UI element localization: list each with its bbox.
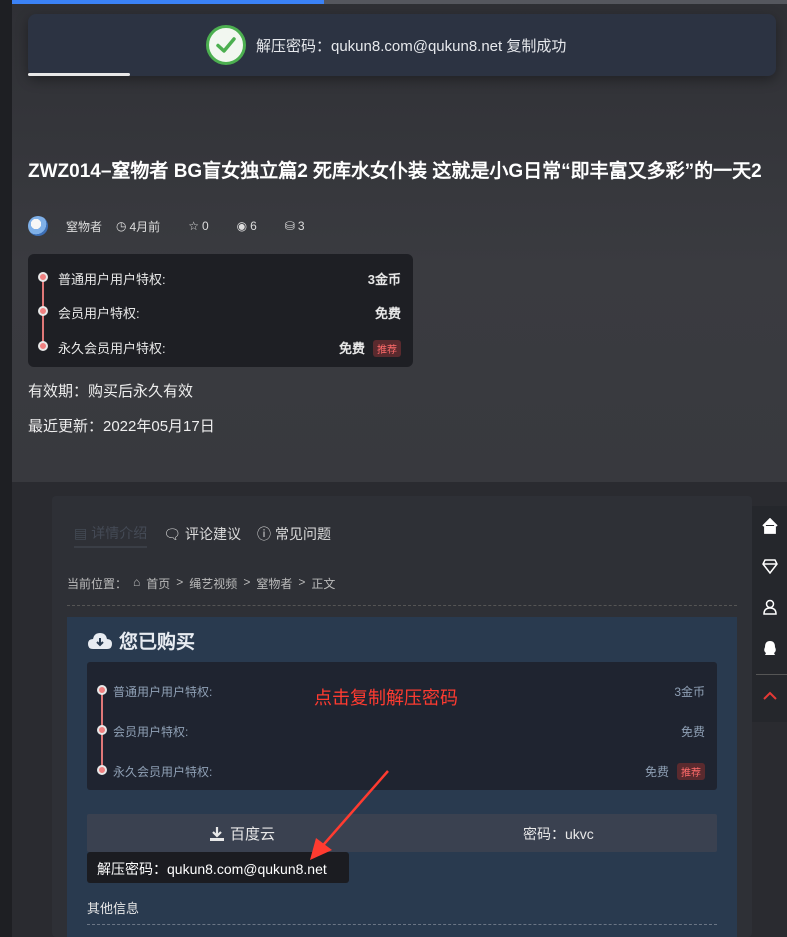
download-icon xyxy=(210,826,224,841)
post-coins-value: 3 xyxy=(297,219,305,233)
post-meta: 窒物者 ◷ 4月前 ☆ 0 ◉ 6 ⛁ 3 xyxy=(28,216,333,236)
pricing-label: 会员用户特权: xyxy=(113,725,189,739)
copy-success-toast: 解压密码：qukun8.com@qukun8.net 复制成功 xyxy=(28,14,776,76)
tab-faq[interactable]: ⓘ 常见问题 xyxy=(257,520,331,548)
pricing-label: 永久会员用户特权: xyxy=(113,765,213,779)
diamond-icon[interactable] xyxy=(752,546,787,586)
pricing-label: 会员用户特权: xyxy=(58,306,140,321)
breadcrumb-category[interactable]: 绳艺视频 xyxy=(189,575,237,592)
left-strip xyxy=(0,0,12,937)
validity-text: 有效期：购买后永久有效 xyxy=(28,383,194,400)
divider xyxy=(67,605,737,606)
annotation-arrow-icon xyxy=(310,770,389,860)
post-stars-value: 0 xyxy=(201,219,209,233)
dot-icon xyxy=(38,341,48,351)
breadcrumb-current: 正文 xyxy=(311,577,336,591)
tab-label: 常见问题 xyxy=(275,526,332,542)
other-info-heading: 其他信息 xyxy=(87,901,140,916)
dot-icon xyxy=(97,685,107,695)
purchased-title: 您已购买 xyxy=(87,627,195,654)
dot-icon xyxy=(38,306,48,316)
cloud-download-icon xyxy=(88,632,112,649)
pricing-box: 普通用户用户特权: 3金币 会员用户特权: 免费 永久会员用户特权: 免费 推荐 xyxy=(28,254,413,367)
document-icon: ▤ xyxy=(74,524,88,541)
user-icon[interactable] xyxy=(752,587,787,627)
scroll-top-icon[interactable] xyxy=(752,676,787,716)
post-title: ZWZ014–窒物者 BG盲女独立篇2 死库水女仆装 这就是小G日常“即丰富又多… xyxy=(28,161,762,182)
annotation-text: 点击复制解压密码 xyxy=(314,688,458,708)
pricing-row: 会员用户特权: 免费 xyxy=(28,301,413,321)
pricing-value: 免费 xyxy=(374,306,401,321)
content-tabs: ▤ 详情介绍 🗨 评论建议 ⓘ 常见问题 xyxy=(74,520,347,550)
pricing-label: 普通用户用户特权: xyxy=(113,685,213,699)
post-views: ◉ 6 xyxy=(237,219,271,233)
pricing-value-text: 免费 xyxy=(338,341,365,356)
home-icon[interactable] xyxy=(752,506,787,546)
dot-icon xyxy=(97,725,107,735)
avatar[interactable] xyxy=(28,216,48,236)
qq-icon[interactable] xyxy=(752,628,787,668)
star-icon: ☆ xyxy=(188,219,199,233)
toast-timer-bar xyxy=(28,73,130,76)
breadcrumb-sep: > xyxy=(176,575,184,589)
post-time-value: 4月前 xyxy=(129,219,161,234)
pricing-value: 免费 xyxy=(680,725,705,739)
purchased-pricing-box: 普通用户用户特权: 3金币 会员用户特权: 免费 永久会员用户特权: 免费 推荐 xyxy=(87,662,717,790)
breadcrumb: 当前位置： ⌂ 首页 > 绳艺视频 > 窒物者 > 正文 xyxy=(67,575,341,592)
purchased-title-text: 您已购买 xyxy=(119,632,196,653)
post-stars[interactable]: ☆ 0 xyxy=(188,219,222,233)
breadcrumb-tag[interactable]: 窒物者 xyxy=(256,575,292,592)
breadcrumb-home[interactable]: 首页 xyxy=(146,575,170,592)
download-label: 百度云 xyxy=(230,826,276,843)
home-icon: ⌂ xyxy=(133,575,141,589)
download-button[interactable]: 百度云 xyxy=(209,823,275,844)
pricing-row: 会员用户特权: 免费 xyxy=(87,720,717,740)
check-icon xyxy=(206,25,246,65)
pricing-row: 永久会员用户特权: 免费 推荐 xyxy=(28,336,413,357)
tab-label: 评论建议 xyxy=(185,526,242,542)
download-bar: 百度云 密码：ukvc xyxy=(87,814,717,852)
question-icon: ⓘ xyxy=(257,526,272,542)
coins-icon: ⛁ xyxy=(284,219,295,233)
post-coins: ⛁ 3 xyxy=(285,219,319,233)
divider xyxy=(87,924,717,925)
pricing-value: 免费 推荐 xyxy=(339,338,401,357)
breadcrumb-sep: > xyxy=(243,575,251,589)
recommend-badge: 推荐 xyxy=(677,763,705,780)
comment-icon: 🗨 xyxy=(163,525,182,542)
eye-icon: ◉ xyxy=(236,219,248,233)
side-divider xyxy=(756,674,787,675)
pricing-label: 永久会员用户特权: xyxy=(58,341,166,356)
breadcrumb-sep: > xyxy=(298,575,306,589)
clock-icon: ◷ xyxy=(116,219,127,233)
pricing-value-text: 免费 xyxy=(644,765,669,779)
side-nav xyxy=(752,506,787,722)
pricing-label: 普通用户用户特权: xyxy=(58,272,166,287)
recommend-badge: 推荐 xyxy=(373,340,401,357)
author-name[interactable]: 窒物者 xyxy=(66,218,102,235)
post-time: ◷ 4月前 xyxy=(116,218,174,235)
post-views-value: 6 xyxy=(250,219,257,233)
password-text[interactable]: 密码：ukvc xyxy=(523,824,594,844)
dot-icon xyxy=(38,272,48,282)
tab-details[interactable]: ▤ 详情介绍 xyxy=(74,520,148,548)
breadcrumb-prefix: 当前位置： xyxy=(67,577,128,591)
dot-icon xyxy=(97,765,107,775)
tab-label: 详情介绍 xyxy=(91,525,148,541)
pricing-value: 免费 推荐 xyxy=(645,763,705,780)
pricing-row: 永久会员用户特权: 免费 推荐 xyxy=(87,760,717,780)
tab-comments[interactable]: 🗨 评论建议 xyxy=(163,520,241,548)
pricing-value: 3金币 xyxy=(674,685,705,699)
toast-message: 解压密码：qukun8.com@qukun8.net 复制成功 xyxy=(256,38,567,55)
pricing-value: 3金币 xyxy=(367,272,401,287)
pricing-row: 普通用户用户特权: 3金币 xyxy=(28,267,413,287)
updated-text: 最近更新：2022年05月17日 xyxy=(28,418,215,435)
